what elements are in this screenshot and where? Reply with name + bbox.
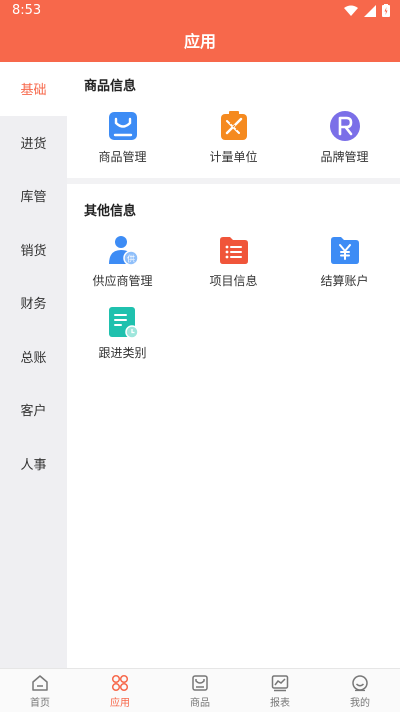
apps-icon [111,674,129,692]
tab-reports[interactable]: 报表 [240,669,320,712]
signal-icon [364,4,376,17]
project-info-button[interactable]: 项目信息 [178,234,289,304]
top-app-bar: 8:53 应用 [0,0,400,62]
category-sidebar: 基础 进货 库管 销货 财务 总账 客户 人事 [0,62,67,668]
shopping-bag-icon [109,112,137,140]
status-time: 8:53 [12,3,42,18]
sidebar-item-ledger[interactable]: 总账 [0,330,67,384]
goods-management-label: 商品管理 [98,150,147,164]
bottom-nav: 首页 应用 商品 报表 我的 [0,668,400,712]
follow-up-category-label: 跟进类别 [98,346,147,360]
list-folder-icon [220,237,248,264]
tab-apps[interactable]: 应用 [80,669,160,712]
tab-home[interactable]: 首页 [0,669,80,712]
supplier-management-button[interactable]: 供 供应商管理 [67,234,178,304]
follow-up-category-button[interactable]: 跟进类别 [67,306,178,376]
project-info-label: 项目信息 [209,274,258,288]
svg-text:供: 供 [127,254,135,264]
unit-of-measure-label: 计量单位 [209,150,258,164]
section-title-other: 其他信息 [84,204,137,219]
status-icons [344,4,390,17]
page-title: 应用 [183,32,216,51]
sidebar-item-hr[interactable]: 人事 [0,437,67,491]
follow-note-icon [109,307,139,338]
tab-goods-label: 商品 [190,698,210,709]
brand-r-icon [330,111,360,141]
tab-mine-label: 我的 [350,698,370,709]
tab-goods[interactable]: 商品 [160,669,240,712]
sidebar-item-sales[interactable]: 销货 [0,223,67,277]
settlement-account-label: 结算账户 [320,274,369,288]
ruler-pencil-icon [221,111,247,140]
main-content: 商品信息 商品管理 计量单位 品牌管理 其他信息 供 供应商管理 项目信息 结算… [67,62,400,668]
section-title-goods: 商品信息 [84,79,137,94]
settlement-account-button[interactable]: 结算账户 [289,234,400,304]
wifi-icon [344,5,358,16]
brand-management-button[interactable]: 品牌管理 [289,110,400,180]
chart-icon [271,675,289,692]
status-bar: 8:53 [0,0,400,24]
home-icon [32,675,48,691]
goods-management-button[interactable]: 商品管理 [67,110,178,180]
sidebar-item-purchase[interactable]: 进货 [0,116,67,170]
supplier-management-label: 供应商管理 [92,274,153,288]
section-divider [67,178,400,184]
tab-home-label: 首页 [30,698,50,709]
unit-of-measure-button[interactable]: 计量单位 [178,110,289,180]
brand-management-label: 品牌管理 [320,150,369,164]
tab-apps-label: 应用 [110,698,130,709]
tab-reports-label: 报表 [270,698,290,709]
sidebar-item-inventory[interactable]: 库管 [0,169,67,223]
yen-folder-icon [331,237,359,264]
battery-icon [382,4,390,17]
sidebar-item-customer[interactable]: 客户 [0,383,67,437]
sidebar-item-basic[interactable]: 基础 [0,62,67,116]
box-icon [192,675,208,691]
supplier-icon: 供 [109,236,139,266]
smile-icon [352,675,368,692]
tab-mine[interactable]: 我的 [320,669,400,712]
sidebar-item-finance[interactable]: 财务 [0,276,67,330]
